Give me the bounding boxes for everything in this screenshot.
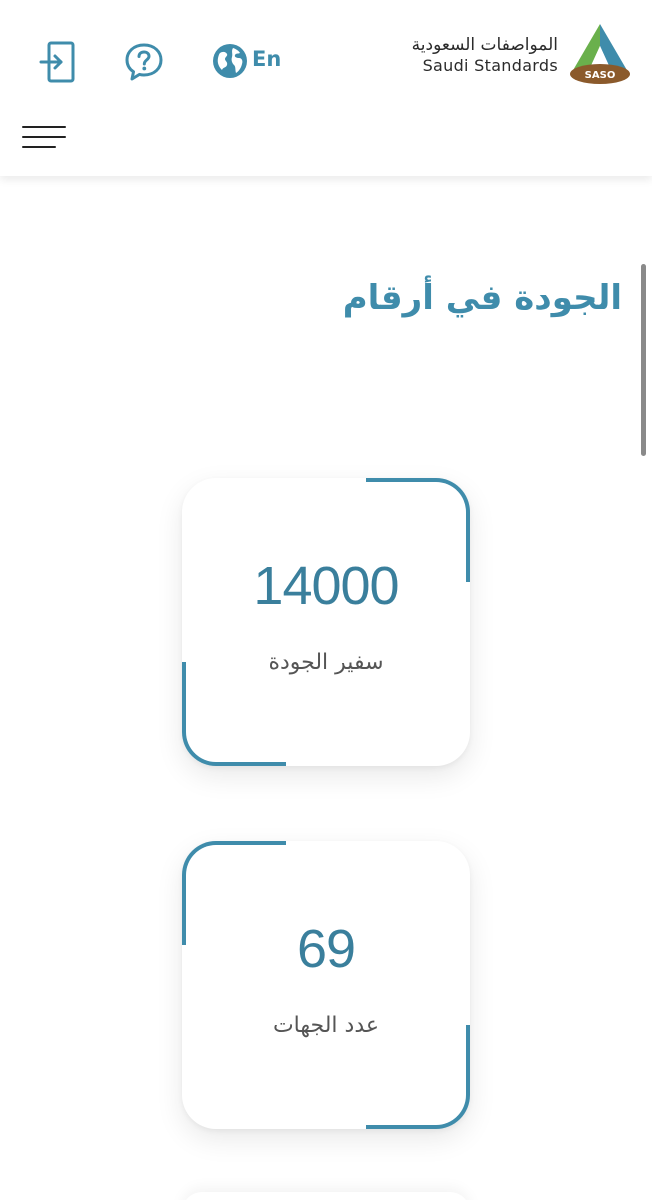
globe-icon	[213, 44, 247, 78]
stat-card-entities: 69 عدد الجهات	[182, 841, 470, 1129]
section-title: الجودة في أرقام	[342, 278, 622, 318]
site-header: En المواصفات السعودية Saudi Standards SA…	[0, 0, 652, 176]
saso-emblem-icon: SASO	[570, 24, 630, 84]
language-switch-button[interactable]: En	[212, 42, 281, 80]
logo-name-en: Saudi Standards	[422, 56, 558, 75]
scrollbar[interactable]	[641, 264, 646, 456]
saso-logo[interactable]: المواصفات السعودية Saudi Standards SASO	[412, 22, 632, 86]
stat-label: عدد الجهات	[272, 1013, 380, 1038]
help-button[interactable]	[124, 42, 164, 82]
logo-name-ar: المواصفات السعودية	[411, 35, 558, 55]
stat-value: 14000	[253, 556, 399, 616]
page: En المواصفات السعودية Saudi Standards SA…	[0, 0, 652, 1200]
stat-label: سفير الجودة	[268, 650, 384, 675]
stat-value: 69	[296, 919, 356, 979]
login-icon	[39, 41, 75, 83]
logo-text: المواصفات السعودية Saudi Standards	[412, 34, 558, 76]
language-label: En	[252, 46, 282, 71]
menu-button[interactable]	[22, 124, 68, 152]
stat-card-ambassadors: 14000 سفير الجودة	[182, 478, 470, 766]
login-button[interactable]	[38, 40, 80, 84]
help-icon	[125, 43, 163, 81]
logo-badge: SASO	[585, 70, 616, 81]
next-stat-card	[182, 1192, 470, 1200]
